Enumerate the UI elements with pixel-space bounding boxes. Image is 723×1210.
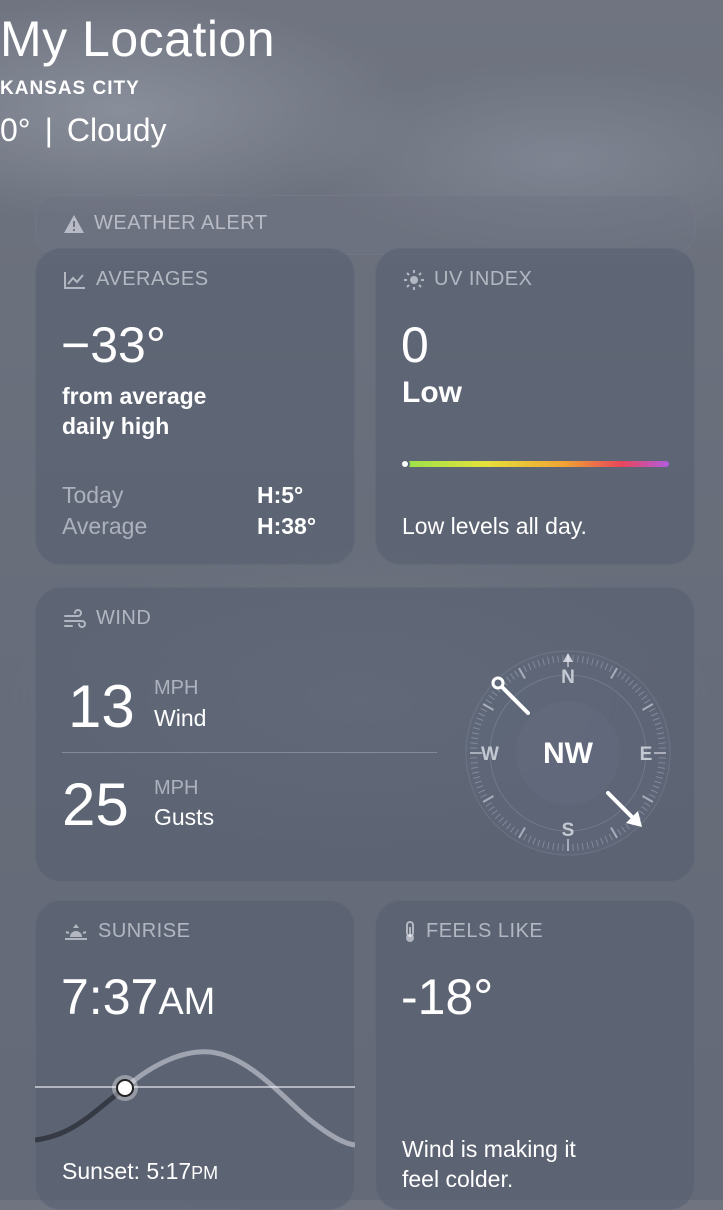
compass-south-label: S <box>562 820 575 841</box>
feels-like-card[interactable]: FEELS LIKE -18° Wind is making it feel c… <box>375 900 695 1210</box>
trend-chart-icon <box>63 270 87 290</box>
wind-direction: NW <box>543 737 594 770</box>
sunrise-time-value: 7:37 <box>61 969 158 1025</box>
sunset-time: Sunset: 5:17PM <box>62 1158 218 1185</box>
weather-alert-header: WEATHER ALERT <box>63 212 268 235</box>
sunset-label: Sunset: 5:17 <box>62 1158 191 1184</box>
sunset-ampm: PM <box>191 1163 218 1183</box>
uv-index-label: UV INDEX <box>434 268 532 291</box>
feels-like-header: FEELS LIKE <box>403 920 543 943</box>
uv-note: Low levels all day. <box>402 513 587 540</box>
uv-level: Low <box>402 378 462 408</box>
sun-path-chart <box>35 1040 355 1160</box>
weather-alert-label: WEATHER ALERT <box>94 212 268 235</box>
conditions-separator: | <box>45 112 53 149</box>
sunrise-card[interactable]: SUNRISE 7:37AM Sunset: 5:17PM <box>35 900 355 1210</box>
feels-like-label: FEELS LIKE <box>426 920 543 943</box>
weather-alert-card[interactable]: WEATHER ALERT <box>35 195 695 255</box>
current-temp: 0° <box>0 112 31 148</box>
feels-like-note-line1: Wind is making it <box>402 1136 576 1163</box>
averages-today-label: Today <box>62 482 123 509</box>
compass-north-label: N <box>561 667 575 688</box>
wind-gust-unit: MPH <box>154 777 198 800</box>
city-name: KANSAS CITY <box>0 78 723 100</box>
averages-desc-line2: daily high <box>62 411 169 441</box>
wind-speed-label: Wind <box>154 705 206 732</box>
averages-average-value: H:38° <box>257 513 316 540</box>
wind-compass: N S W E NW <box>460 645 676 861</box>
averages-label: AVERAGES <box>96 268 209 291</box>
sunrise-header: SUNRISE <box>63 920 190 943</box>
sunrise-ampm: AM <box>158 981 215 1023</box>
wind-gust-value: 25 <box>62 770 129 839</box>
sun-icon <box>403 269 425 291</box>
averages-desc-line1: from average <box>62 381 206 411</box>
wind-needle-tail-dot <box>493 678 503 688</box>
uv-scale-bar <box>399 456 675 472</box>
uv-level-marker <box>401 460 409 468</box>
current-condition: Cloudy <box>67 112 167 148</box>
averages-average-label: Average <box>62 513 147 540</box>
warning-triangle-icon <box>63 214 85 234</box>
wind-icon <box>63 609 87 629</box>
page-title: My Location <box>0 10 723 68</box>
wind-divider <box>62 752 437 753</box>
averages-header: AVERAGES <box>63 268 209 291</box>
wind-speed-value: 13 <box>68 672 135 741</box>
thermometer-icon <box>403 921 417 943</box>
wind-header: WIND <box>63 607 151 630</box>
uv-index-card[interactable]: UV INDEX 0 Low Low levels all day. <box>375 248 695 565</box>
wind-label: WIND <box>96 607 151 630</box>
averages-card[interactable]: AVERAGES −33° from average daily high To… <box>35 248 355 565</box>
compass-east-label: E <box>640 744 653 765</box>
uv-index-header: UV INDEX <box>403 268 532 291</box>
feels-like-value: -18° <box>401 968 493 1026</box>
averages-today-value: H:5° <box>257 482 303 509</box>
feels-like-note-line2: feel colder. <box>402 1166 513 1193</box>
uv-index-value: 0 <box>401 316 429 374</box>
wind-card[interactable]: WIND 13 MPH Wind 25 MPH Gusts N S W E NW <box>35 587 695 882</box>
sunrise-icon <box>63 922 89 942</box>
sunrise-time: 7:37AM <box>61 968 215 1026</box>
compass-west-label: W <box>481 744 499 765</box>
sunrise-label: SUNRISE <box>98 920 190 943</box>
current-conditions: 0° | Cloudy <box>0 112 723 149</box>
averages-value: −33° <box>61 316 166 374</box>
wind-gust-label: Gusts <box>154 804 214 831</box>
wind-speed-unit: MPH <box>154 677 198 700</box>
sun-position-marker <box>117 1080 133 1096</box>
